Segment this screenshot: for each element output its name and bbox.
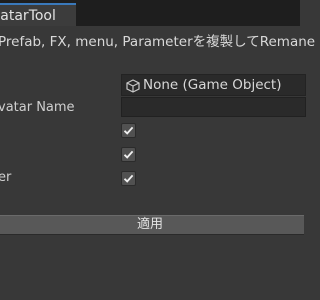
avatar-name-label: vatar Name — [0, 100, 75, 115]
description-text: Prefab, FX, menu, Parameterを複製してRemane — [0, 34, 316, 50]
cube-icon — [126, 79, 140, 93]
game-object-field-value: None (Game Object) — [143, 77, 282, 93]
checkmark-icon — [123, 150, 134, 159]
tab-avatar-tool[interactable]: vatarTool — [0, 3, 76, 26]
checkmark-icon — [123, 174, 134, 183]
checkbox-3[interactable] — [121, 171, 136, 186]
apply-button[interactable]: 適用 — [0, 215, 304, 235]
checkmark-icon — [123, 126, 134, 135]
checkbox-3-label: er — [0, 170, 12, 185]
editor-window: vatarTool Prefab, FX, menu, Parameterを複製… — [0, 0, 315, 300]
checkbox-1[interactable] — [121, 123, 136, 138]
checkbox-2[interactable] — [121, 147, 136, 162]
tab-title: vatarTool — [0, 8, 56, 24]
game-object-field[interactable]: None (Game Object) — [121, 74, 306, 96]
tab-bar: vatarTool — [0, 0, 300, 26]
avatar-name-input[interactable] — [121, 97, 306, 117]
